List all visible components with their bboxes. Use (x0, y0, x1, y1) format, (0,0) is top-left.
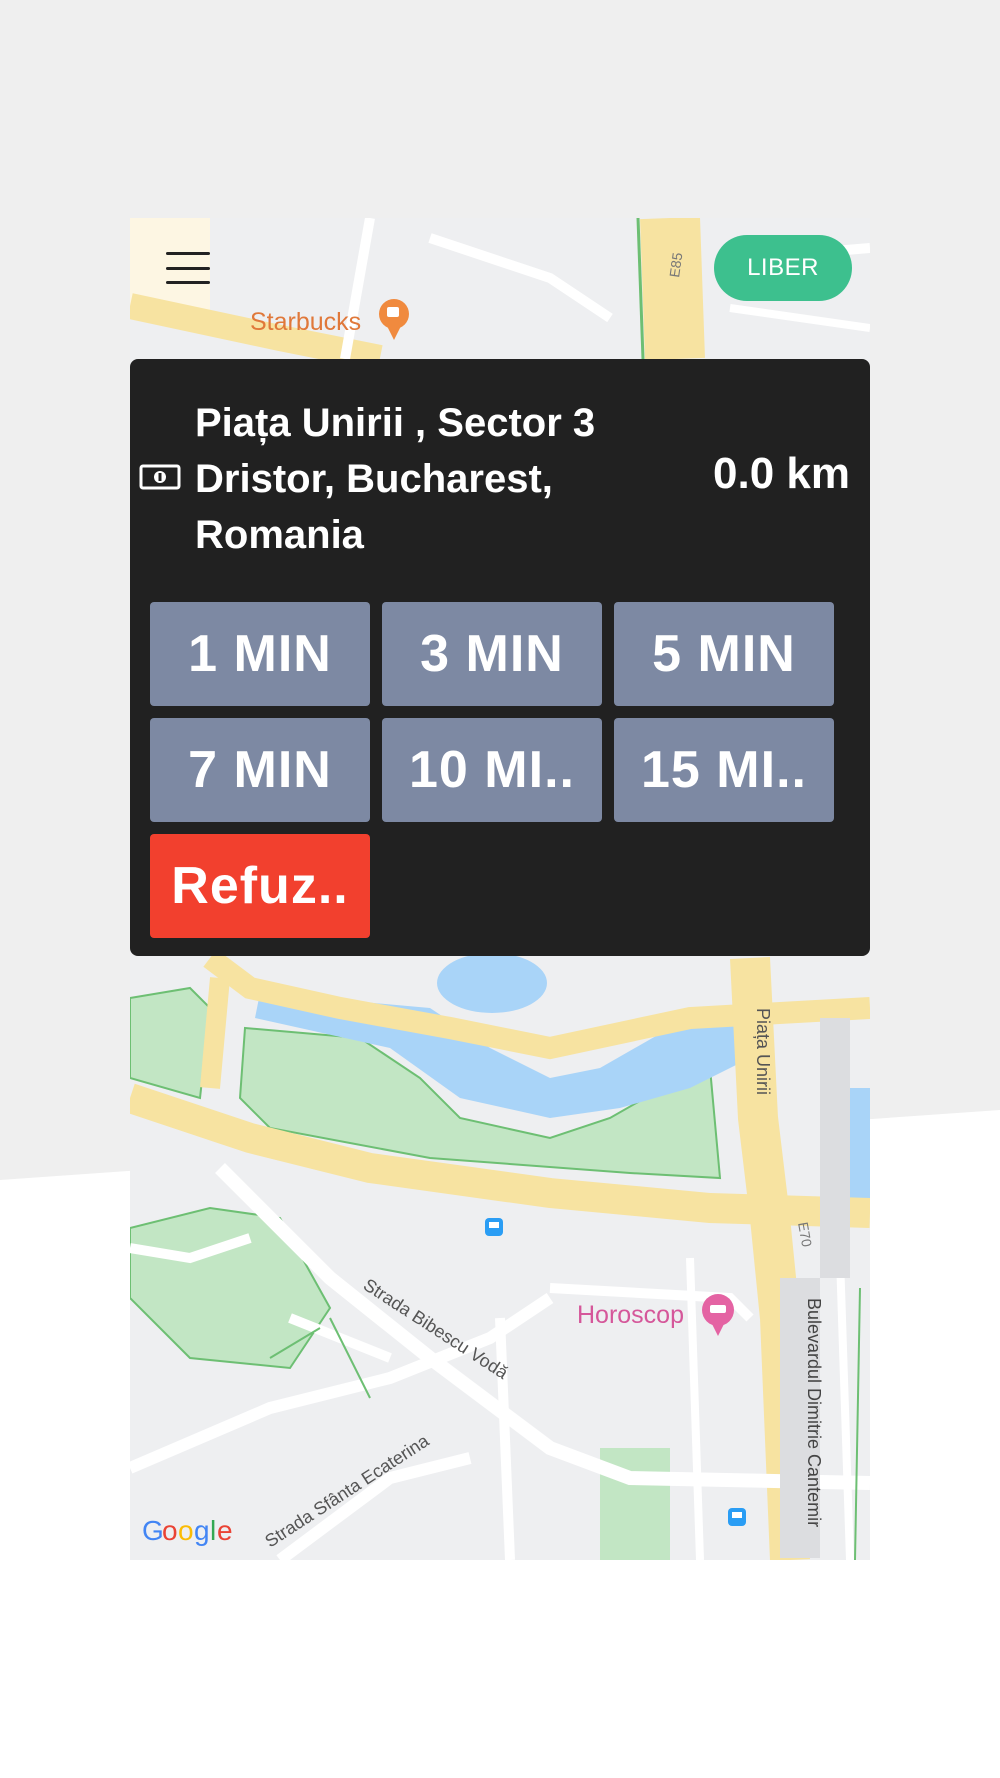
hamburger-menu-icon[interactable] (166, 252, 210, 284)
pickup-address: Piața Unirii , Sector 3 Dristor, Buchare… (195, 395, 665, 563)
starbucks-label: Starbucks (250, 308, 361, 336)
distance-value: 0.0 km (713, 449, 850, 498)
eta-7-min-button[interactable]: 7 MIN (150, 718, 370, 822)
svg-text:o: o (178, 1515, 194, 1546)
app-screen: Starbucks Horoscop Piața Unirii Strada B… (130, 218, 870, 1560)
eta-1-min-button[interactable]: 1 MIN (150, 602, 370, 706)
cantemir-label: Bulevardul Dimitrie Cantemir (804, 1298, 824, 1527)
piata-unirii-label: Piața Unirii (753, 1008, 773, 1095)
horoscop-label: Horoscop (577, 1301, 684, 1329)
cash-icon (139, 464, 181, 490)
refuse-button[interactable]: Refuz.. (150, 834, 370, 938)
svg-text:l: l (210, 1515, 216, 1546)
eta-3-min-button[interactable]: 3 MIN (382, 602, 602, 706)
address-line: Romania (195, 513, 364, 557)
ride-request-panel: Piața Unirii , Sector 3 Dristor, Buchare… (130, 359, 870, 956)
svg-text:G: G (142, 1515, 164, 1546)
bus-stop-icon[interactable] (485, 1218, 503, 1236)
google-logo: G o o g l e (142, 1515, 233, 1546)
svg-text:e: e (217, 1515, 233, 1546)
svg-text:g: g (194, 1515, 210, 1546)
address-line: Dristor, Bucharest, (195, 457, 553, 501)
eta-5-min-button[interactable]: 5 MIN (614, 602, 834, 706)
svg-text:o: o (162, 1515, 178, 1546)
eta-15-min-button[interactable]: 15 MI.. (614, 718, 834, 822)
eta-10-min-button[interactable]: 10 MI.. (382, 718, 602, 822)
bus-stop-icon[interactable] (728, 1508, 746, 1526)
eta-options: 1 MIN 3 MIN 5 MIN 7 MIN 10 MI.. 15 MI.. … (150, 602, 836, 938)
address-line: Piața Unirii , Sector 3 (195, 401, 596, 445)
status-liber-button[interactable]: LIBER (714, 235, 852, 301)
